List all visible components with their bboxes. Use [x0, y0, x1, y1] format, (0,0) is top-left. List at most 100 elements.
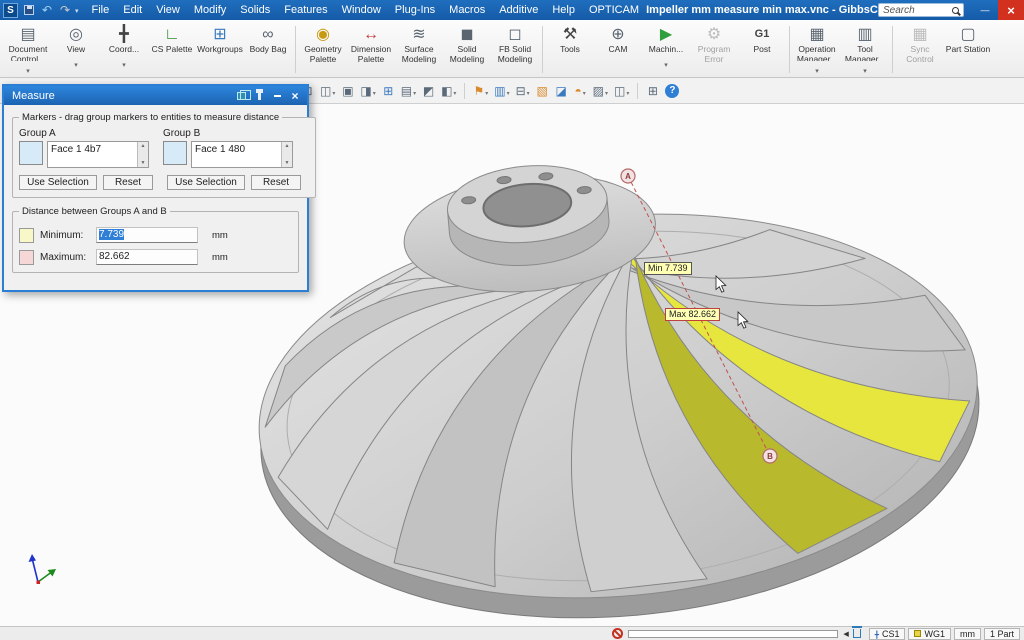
- group-b-color-swatch[interactable]: [163, 141, 187, 165]
- ribbon-cs-palette[interactable]: ∟ CS Palette: [148, 22, 196, 77]
- wg-indicator[interactable]: WG1: [908, 628, 951, 640]
- ribbon-view[interactable]: ◎ View: [52, 22, 100, 77]
- minimum-color-swatch[interactable]: [19, 228, 34, 243]
- ribbon-solid-modeling[interactable]: ◼ Solid Modeling: [443, 22, 491, 77]
- ribbon-tool-manager[interactable]: ▥ Tool Manager...: [841, 22, 889, 77]
- undo-button[interactable]: [39, 3, 55, 18]
- search-input[interactable]: Search: [878, 3, 964, 17]
- scroll-down-icon[interactable]: ▼: [141, 160, 146, 166]
- view-toolbar-button[interactable]: ⊞: [379, 81, 398, 101]
- view-toolbar-button[interactable]: ▤: [398, 81, 419, 101]
- menu-opticam[interactable]: OPTICAM: [582, 2, 646, 18]
- scroll-up-icon[interactable]: ▲: [141, 143, 146, 149]
- marker-a[interactable]: A: [621, 169, 635, 183]
- ribbon-geometry-palette[interactable]: ◉ Geometry Palette: [299, 22, 347, 77]
- view-toolbar-button[interactable]: ▧: [533, 81, 552, 101]
- view-toolbar-button[interactable]: ▣: [338, 81, 357, 101]
- maximum-label: Maximum:: [40, 252, 90, 263]
- maximum-value-input[interactable]: 82.662: [96, 249, 198, 265]
- view-toolbar-button[interactable]: ◫: [611, 81, 632, 101]
- group-a-list[interactable]: Face 1 4b7 ▲▼: [47, 141, 149, 168]
- scroll-down-icon[interactable]: ▼: [285, 160, 290, 166]
- view-toolbar-button[interactable]: ◧: [438, 81, 459, 101]
- view-toolbar-button[interactable]: ⊟: [513, 81, 533, 101]
- measure-dialog-title: Measure: [12, 90, 231, 102]
- ribbon-machining[interactable]: ▶ Machin...: [642, 22, 690, 77]
- ribbon-cam[interactable]: ⊕ CAM: [594, 22, 642, 77]
- pin-button[interactable]: [251, 89, 267, 103]
- ribbon-document-control[interactable]: ▤ Document Control...: [4, 22, 52, 77]
- help-button[interactable]: ?: [662, 81, 682, 101]
- scrollbar[interactable]: ▲▼: [137, 142, 148, 167]
- maximum-color-swatch[interactable]: [19, 250, 34, 265]
- menu-window[interactable]: Window: [335, 2, 388, 18]
- menu-macros[interactable]: Macros: [442, 2, 492, 18]
- menu-solids[interactable]: Solids: [233, 2, 277, 18]
- menu-modify[interactable]: Modify: [187, 2, 233, 18]
- zoom-fit-button[interactable]: ⊞: [643, 81, 662, 101]
- view-toolbar-button[interactable]: ◫: [317, 81, 338, 101]
- status-arrow-icon[interactable]: ◀: [843, 630, 848, 638]
- group-b-list[interactable]: Face 1 480 ▲▼: [191, 141, 293, 168]
- menu-view[interactable]: View: [149, 2, 187, 18]
- view-toolbar-button[interactable]: ⚑: [470, 81, 491, 101]
- ribbon-operation-manager[interactable]: ▦ Operation Manager...: [793, 22, 841, 77]
- group-a-color-swatch[interactable]: [19, 141, 43, 165]
- ribbon-post[interactable]: G1 Post: [738, 22, 786, 77]
- minimize-button[interactable]: [972, 0, 998, 20]
- min-distance-tag[interactable]: Min 7.739: [644, 262, 692, 275]
- search-icon: [952, 7, 959, 14]
- menu-file[interactable]: File: [85, 2, 117, 18]
- program-error-checker-icon: ⚙: [707, 24, 721, 45]
- view-toolbar-button[interactable]: ◓: [571, 81, 590, 101]
- units-indicator[interactable]: mm: [954, 628, 981, 640]
- group-b-entity[interactable]: Face 1 480: [192, 142, 281, 167]
- view-toolbar-button[interactable]: ◨: [357, 81, 378, 101]
- reset-a-button[interactable]: Reset: [103, 175, 153, 190]
- float-window-button[interactable]: [233, 89, 249, 103]
- impeller-model[interactable]: [238, 129, 995, 626]
- view-toolbar-button[interactable]: ▨: [590, 81, 611, 101]
- distance-groupbox: Distance between Groups A and B Minimum:…: [12, 206, 299, 273]
- view-toolbar-button[interactable]: ▥: [491, 81, 512, 101]
- menu-features[interactable]: Features: [277, 2, 334, 18]
- scroll-up-icon[interactable]: ▲: [285, 143, 290, 149]
- ribbon-fb-solid-modeling[interactable]: ◻ FB Solid Modeling: [491, 22, 539, 77]
- trash-icon[interactable]: [853, 629, 861, 638]
- close-button[interactable]: [998, 0, 1024, 20]
- ribbon-sync-control: ▦ Sync Control: [896, 22, 944, 77]
- menu-help[interactable]: Help: [545, 2, 582, 18]
- minimum-value-input[interactable]: 7.739: [96, 227, 198, 243]
- use-selection-b-button[interactable]: Use Selection: [167, 175, 245, 190]
- geometry-palette-icon: ◉: [316, 24, 330, 45]
- view-toolbar-button[interactable]: ◪: [552, 81, 571, 101]
- scrollbar[interactable]: ▲▼: [281, 142, 292, 167]
- reset-b-button[interactable]: Reset: [251, 175, 301, 190]
- dialog-close-button[interactable]: [287, 89, 303, 103]
- max-distance-tag[interactable]: Max 82.662: [665, 308, 720, 321]
- quick-access-dropdown-icon[interactable]: [75, 4, 79, 16]
- ribbon-surface-modeling[interactable]: ≋ Surface Modeling: [395, 22, 443, 77]
- ribbon-body-bag[interactable]: ∞ Body Bag: [244, 22, 292, 77]
- part-count-indicator[interactable]: 1 Part: [984, 628, 1020, 640]
- marker-b[interactable]: B: [763, 449, 777, 463]
- menu-additive[interactable]: Additive: [492, 2, 545, 18]
- ribbon-tools[interactable]: ⚒ Tools: [546, 22, 594, 77]
- use-selection-a-button[interactable]: Use Selection: [19, 175, 97, 190]
- group-a-entity[interactable]: Face 1 4b7: [48, 142, 137, 167]
- save-button[interactable]: [21, 3, 37, 18]
- ribbon-workgroups[interactable]: ⊞ Workgroups: [196, 22, 244, 77]
- cs-indicator[interactable]: CS1: [869, 628, 906, 640]
- menu-plugins[interactable]: Plug-Ins: [388, 2, 442, 18]
- zoom-fit-icon: ⊞: [648, 84, 658, 98]
- collapse-button[interactable]: [269, 89, 285, 103]
- view-toolbar-button[interactable]: ◩: [419, 81, 438, 101]
- redo-button[interactable]: [57, 3, 73, 18]
- body-bag-icon: ∞: [262, 24, 273, 45]
- measure-dialog[interactable]: Measure Markers - drag group markers to …: [2, 84, 309, 292]
- ribbon-coord[interactable]: ╋ Coord...: [100, 22, 148, 77]
- ribbon-dimension-palette[interactable]: ↔ Dimension Palette: [347, 22, 395, 77]
- menu-edit[interactable]: Edit: [116, 2, 149, 18]
- ribbon-part-station[interactable]: ▢ Part Station: [944, 22, 992, 77]
- measure-dialog-titlebar[interactable]: Measure: [4, 86, 307, 105]
